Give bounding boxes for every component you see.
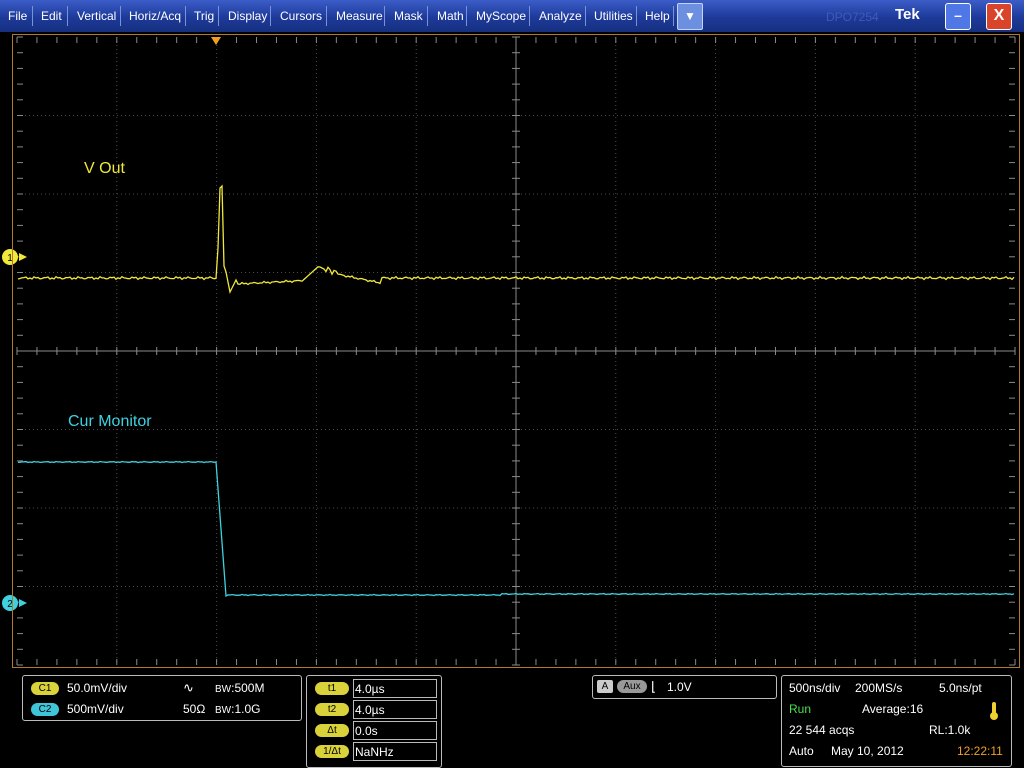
- ch1-badge[interactable]: C1: [31, 682, 59, 695]
- ch1-bandwidth-value: :500M: [231, 681, 265, 695]
- cursor-label-2[interactable]: Δt: [315, 724, 349, 737]
- ch2-trace-label: Cur Monitor: [68, 413, 152, 430]
- acquisition-mode[interactable]: Average:16: [862, 702, 923, 716]
- ch2-impedance: 50Ω: [183, 702, 206, 716]
- timebase-scale[interactable]: 500ns/div: [789, 681, 840, 695]
- trigger-aux-badge[interactable]: Aux: [617, 680, 647, 693]
- trigger-panel[interactable]: A Aux ⌊ 1.0V: [592, 675, 777, 699]
- trigger-source-badge[interactable]: A: [597, 680, 613, 693]
- ch1-trace-label: V Out: [84, 160, 125, 177]
- cursor-label-0[interactable]: t1: [315, 682, 349, 695]
- run-state[interactable]: Run: [789, 702, 811, 716]
- dc-coupling-icon: ∿: [183, 680, 194, 695]
- graticule-frame: [12, 34, 1020, 668]
- ch1-bandwidth-label: BW:500M: [215, 681, 265, 695]
- acquisition-date: May 10, 2012: [831, 744, 904, 758]
- time-resolution: 5.0ns/pt: [939, 681, 982, 695]
- trigger-level[interactable]: 1.0V: [667, 680, 692, 694]
- ch2-badge[interactable]: C2: [31, 703, 59, 716]
- acquisition-time: 12:22:11: [957, 744, 1003, 758]
- acquisition-count: 22 544 acqs: [789, 723, 855, 737]
- cursor-value-3: NaNHz: [355, 745, 394, 759]
- cursor-value-2: 0.0s: [355, 724, 378, 738]
- channel-settings-panel[interactable]: C1 50.0mV/div ∿ BW:500M C2 500mV/div 50Ω…: [22, 675, 302, 721]
- sample-rate[interactable]: 200MS/s: [855, 681, 902, 695]
- record-length[interactable]: RL:1.0k: [929, 723, 970, 737]
- ch2-bandwidth-value: :1.0G: [231, 702, 261, 716]
- ch2-scale[interactable]: 500mV/div: [67, 702, 124, 716]
- ch2-bandwidth-label: BW:1.0G: [215, 702, 261, 716]
- cursor-readout-panel[interactable]: t1 4.0µs t2 4.0µs Δt 0.0s 1/Δt NaNHz: [306, 675, 442, 768]
- cursor-label-1[interactable]: t2: [315, 703, 349, 716]
- acquisition-panel[interactable]: 500ns/div 200MS/s 5.0ns/pt Run Average:1…: [781, 675, 1012, 767]
- trigger-mode[interactable]: Auto: [789, 744, 814, 758]
- cursor-label-3[interactable]: 1/Δt: [315, 745, 349, 758]
- falling-edge-icon: ⌊: [651, 679, 657, 694]
- ch1-scale[interactable]: 50.0mV/div: [67, 681, 127, 695]
- thermometer-icon: [990, 702, 998, 720]
- cursor-value-1: 4.0µs: [355, 703, 385, 717]
- cursor-value-0: 4.0µs: [355, 682, 385, 696]
